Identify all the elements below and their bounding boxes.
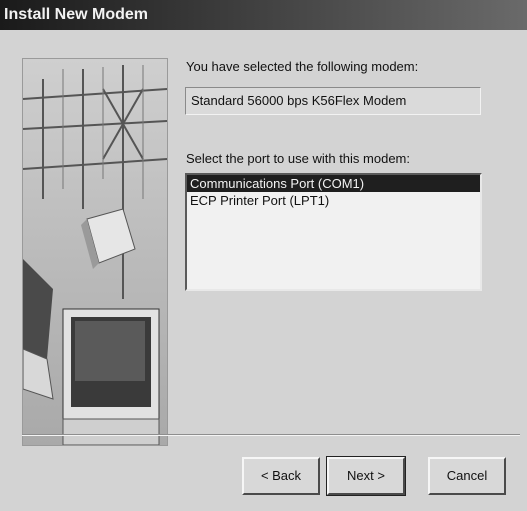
port-option-lpt1[interactable]: ECP Printer Port (LPT1) — [187, 192, 480, 209]
wizard-illustration — [22, 58, 168, 446]
port-option-com1[interactable]: Communications Port (COM1) — [187, 175, 480, 192]
modem-name-field: Standard 56000 bps K56Flex Modem — [185, 87, 481, 115]
window-title: Install New Modem — [0, 0, 527, 30]
next-button[interactable]: Next > — [326, 456, 406, 496]
cancel-button[interactable]: Cancel — [428, 457, 506, 495]
back-button[interactable]: < Back — [242, 457, 320, 495]
selected-modem-label: You have selected the following modem: — [186, 59, 419, 74]
dialog-body: You have selected the following modem: S… — [0, 30, 527, 511]
port-select-label: Select the port to use with this modem: — [186, 151, 410, 166]
port-listbox[interactable]: Communications Port (COM1) ECP Printer P… — [185, 173, 482, 291]
computer-illustration-icon — [23, 65, 167, 445]
button-divider — [22, 434, 520, 436]
